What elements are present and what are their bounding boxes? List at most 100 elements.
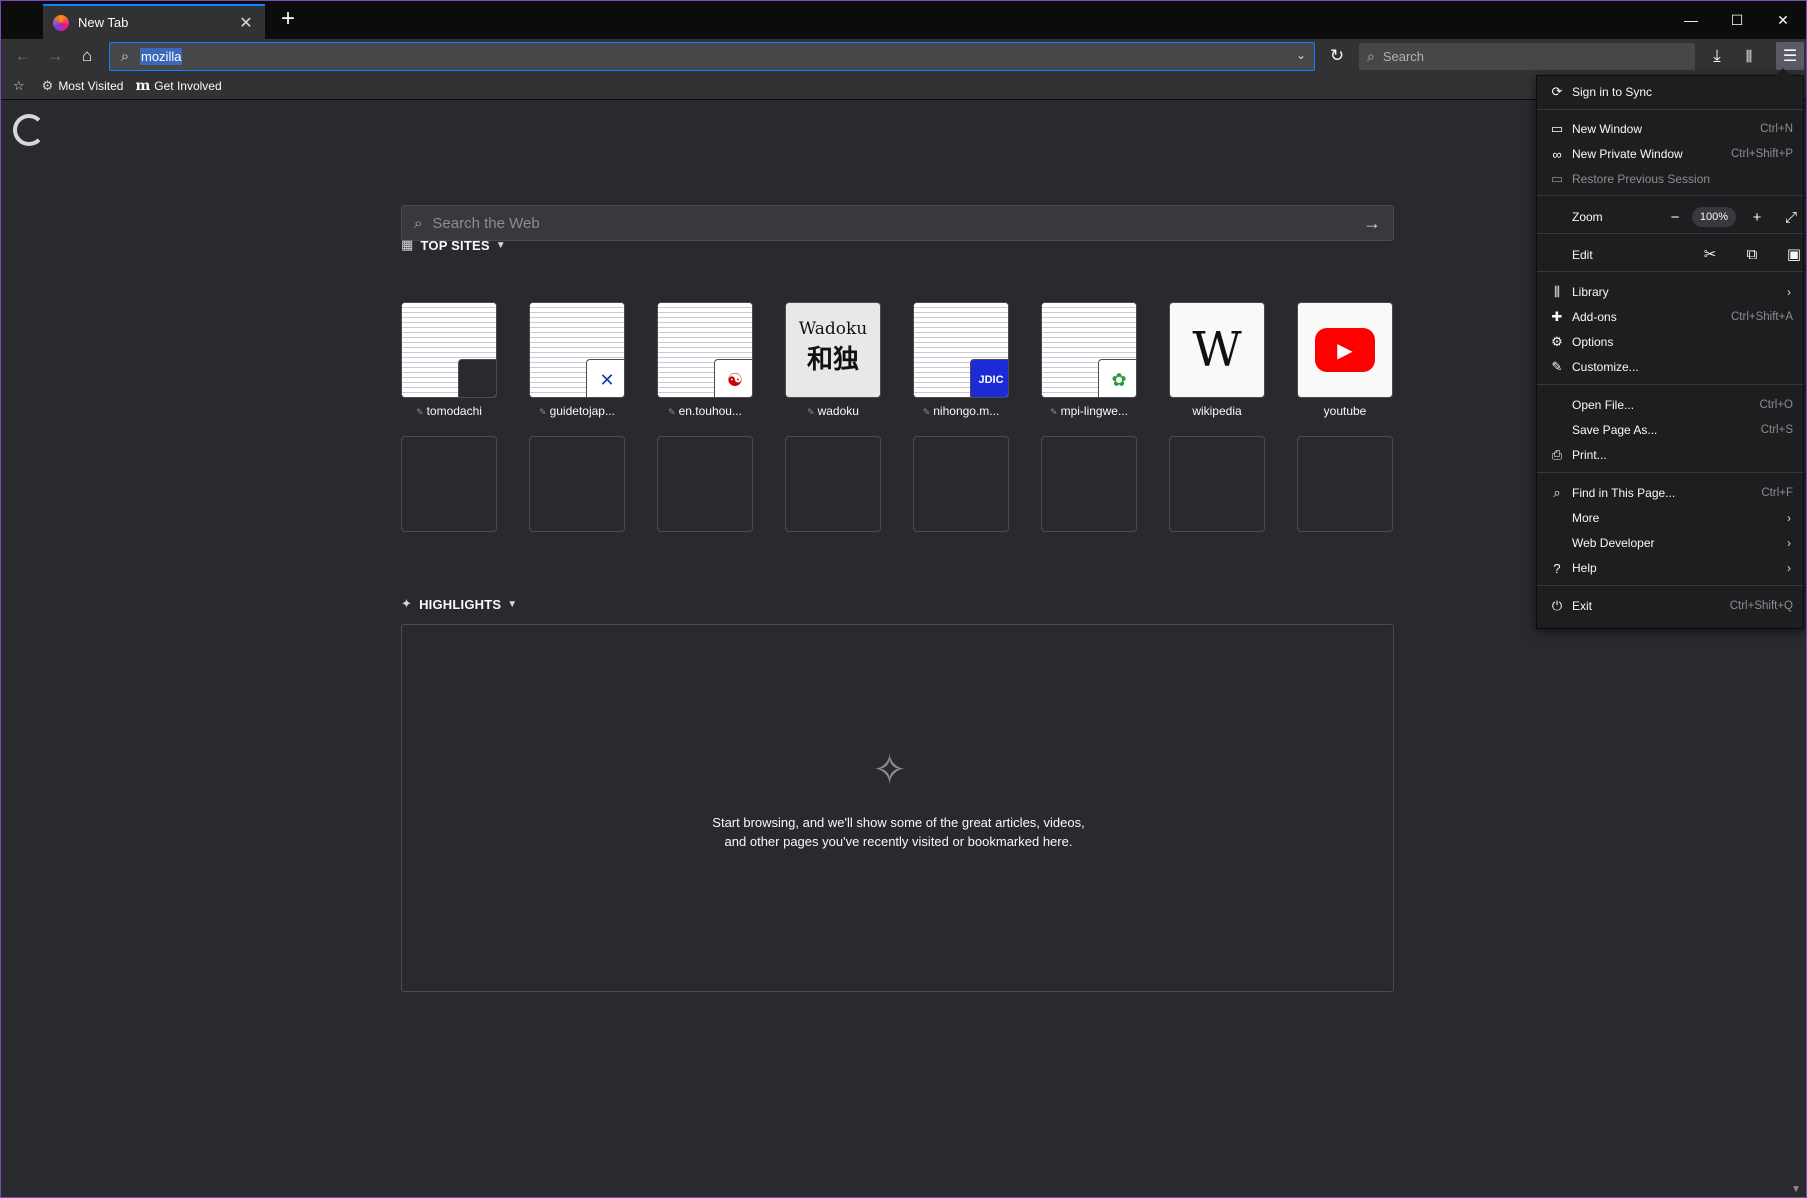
arrow-right-icon[interactable]: → [1363,213,1381,234]
menu-addons[interactable]: ✚ Add-ons Ctrl+Shift+A [1537,305,1803,329]
site-favicon: ✿ [1098,359,1136,397]
menu-separator [1537,195,1803,196]
zoom-level[interactable]: 100% [1692,207,1736,227]
menu-web-developer[interactable]: Web Developer › [1537,531,1803,555]
empty-site-slot[interactable] [1169,436,1265,532]
web-search-input[interactable] [432,214,1363,232]
menu-find-in-page[interactable]: ⌕ Find in This Page... Ctrl+F [1537,481,1803,505]
menu-save-page[interactable]: Save Page As... Ctrl+S [1537,418,1803,442]
window-close-icon[interactable]: ✕ [1760,1,1806,39]
copy-icon[interactable]: ⧉ [1731,246,1773,263]
minimize-icon[interactable]: — [1668,1,1714,39]
site-favicon [458,359,496,397]
menu-more[interactable]: More › [1537,506,1803,530]
web-search-box[interactable]: ⌕ → [401,205,1394,241]
top-site-tile[interactable]: ✿ ✎ mpi-lingwe... [1041,302,1137,418]
tab-bar: New Tab ✕ + — ☐ ✕ [1,1,1806,39]
pin-icon: ✎ [922,407,931,417]
sync-icon: ⟳ [1551,84,1563,99]
url-value[interactable]: mozilla [140,48,183,65]
cut-icon[interactable]: ✂ [1689,245,1731,263]
play-icon: ▶ [1315,328,1375,372]
grid-icon: ▦ [401,237,414,252]
library-icon: ⫼ [1554,284,1560,299]
menu-label: New Window [1572,122,1643,136]
chevron-down-icon[interactable]: ▼ [507,599,517,610]
site-label: nihongo.m... [933,404,1000,418]
empty-site-slot[interactable] [529,436,625,532]
menu-print[interactable]: ⎙ Print... [1537,443,1803,467]
menu-new-window[interactable]: ▭ New Window Ctrl+N [1537,117,1803,141]
pin-icon: ✎ [416,407,424,417]
tab-new-tab[interactable]: New Tab ✕ [43,4,265,39]
empty-site-slot[interactable] [785,436,881,532]
top-site-tile[interactable]: ☯ ✎ en.touhou... [657,302,753,418]
menu-shortcut: Ctrl+N [1760,123,1793,135]
empty-site-slot[interactable] [913,436,1009,532]
url-bar[interactable]: ⌕ mozilla ⌄ [109,42,1315,71]
menu-customize[interactable]: ✎ Customize... [1537,355,1803,379]
menu-label: New Private Window [1572,147,1683,161]
menu-sign-in-sync[interactable]: ⟳ Sign in to Sync [1537,80,1803,104]
firefox-logo-icon [13,114,45,146]
pin-icon: ✎ [668,407,676,417]
sparkle-icon: ✧ [872,746,908,793]
zoom-in-icon[interactable]: + [1740,209,1774,226]
navigation-toolbar: ← → ⌂ ⌕ mozilla ⌄ ↻ ⌕ ⤓ ⫼ ☰ [1,39,1806,73]
top-site-tile[interactable]: ✕ ✎ guidetojap... [529,302,625,418]
menu-open-file[interactable]: Open File... Ctrl+O [1537,393,1803,417]
gear-icon: ⚙ [1551,334,1563,349]
jdic-icon: JDIC [970,359,1008,397]
bookmarks-menu-icon[interactable]: ☆ [13,78,30,94]
menu-new-private-window[interactable]: ∞ New Private Window Ctrl+Shift+P [1537,142,1803,166]
menu-library[interactable]: ⫼ Library › [1537,280,1803,304]
menu-options[interactable]: ⚙ Options [1537,330,1803,354]
top-site-tile[interactable]: ▶ youtube [1297,302,1393,418]
bookmark-most-visited[interactable]: ⚙ Most Visited [42,78,124,94]
empty-site-slot[interactable] [1297,436,1393,532]
chevron-down-icon[interactable]: ▼ [496,240,506,251]
chevron-right-icon: › [1787,536,1791,550]
paste-icon[interactable]: ▣ [1773,245,1806,263]
top-site-tile[interactable]: Wadoku 和独 ✎ wadoku [785,302,881,418]
menu-help[interactable]: ? Help › [1537,556,1803,580]
chevron-down-icon[interactable]: ⌄ [1296,48,1306,62]
hamburger-menu-icon[interactable]: ☰ [1776,42,1804,70]
zoom-out-icon[interactable]: − [1658,209,1692,226]
library-icon[interactable]: ⫼ [1735,43,1763,69]
top-site-tile[interactable]: ✎ tomodachi [401,302,497,418]
menu-shortcut: Ctrl+F [1761,487,1793,499]
search-input[interactable] [1382,49,1663,64]
menu-separator [1537,109,1803,110]
top-site-tile[interactable]: JDIC ✎ nihongo.m... [913,302,1009,418]
mozilla-m-icon: m [135,78,151,94]
top-site-tile[interactable]: W wikipedia [1169,302,1265,418]
search-icon: ⌕ [1367,48,1375,64]
wadoku-kanji: 和独 [806,345,859,375]
menu-exit[interactable]: ⏻ Exit Ctrl+Shift+Q [1537,594,1803,618]
help-icon: ? [1553,560,1561,576]
reload-icon[interactable]: ↻ [1323,43,1351,69]
top-sites-heading[interactable]: ▦ TOP SITES ▼ [401,237,506,253]
section-title: HIGHLIGHTS [419,596,502,612]
maximize-icon[interactable]: ☐ [1714,1,1760,39]
forward-icon[interactable]: → [41,43,69,69]
search-bar[interactable]: ⌕ [1359,43,1695,70]
scroll-down-icon[interactable]: ▼ [1791,1184,1801,1195]
sparkle-icon: ✦ [401,596,413,611]
bookmark-get-involved[interactable]: m Get Involved [135,78,221,94]
menu-label: Web Developer [1572,536,1655,550]
downloads-icon[interactable]: ⤓ [1703,43,1731,69]
menu-label: More [1572,511,1600,525]
close-tab-icon[interactable]: ✕ [237,13,255,33]
back-icon[interactable]: ← [9,43,37,69]
empty-site-slot[interactable] [401,436,497,532]
highlights-heading[interactable]: ✦ HIGHLIGHTS ▼ [401,596,517,612]
menu-separator [1537,271,1803,272]
home-icon[interactable]: ⌂ [73,43,101,69]
new-tab-button[interactable]: + [273,5,303,35]
empty-site-slot[interactable] [1041,436,1137,532]
empty-site-slot[interactable] [657,436,753,532]
fullscreen-icon[interactable]: ⤢ [1774,209,1806,226]
chevron-right-icon: › [1787,285,1791,299]
